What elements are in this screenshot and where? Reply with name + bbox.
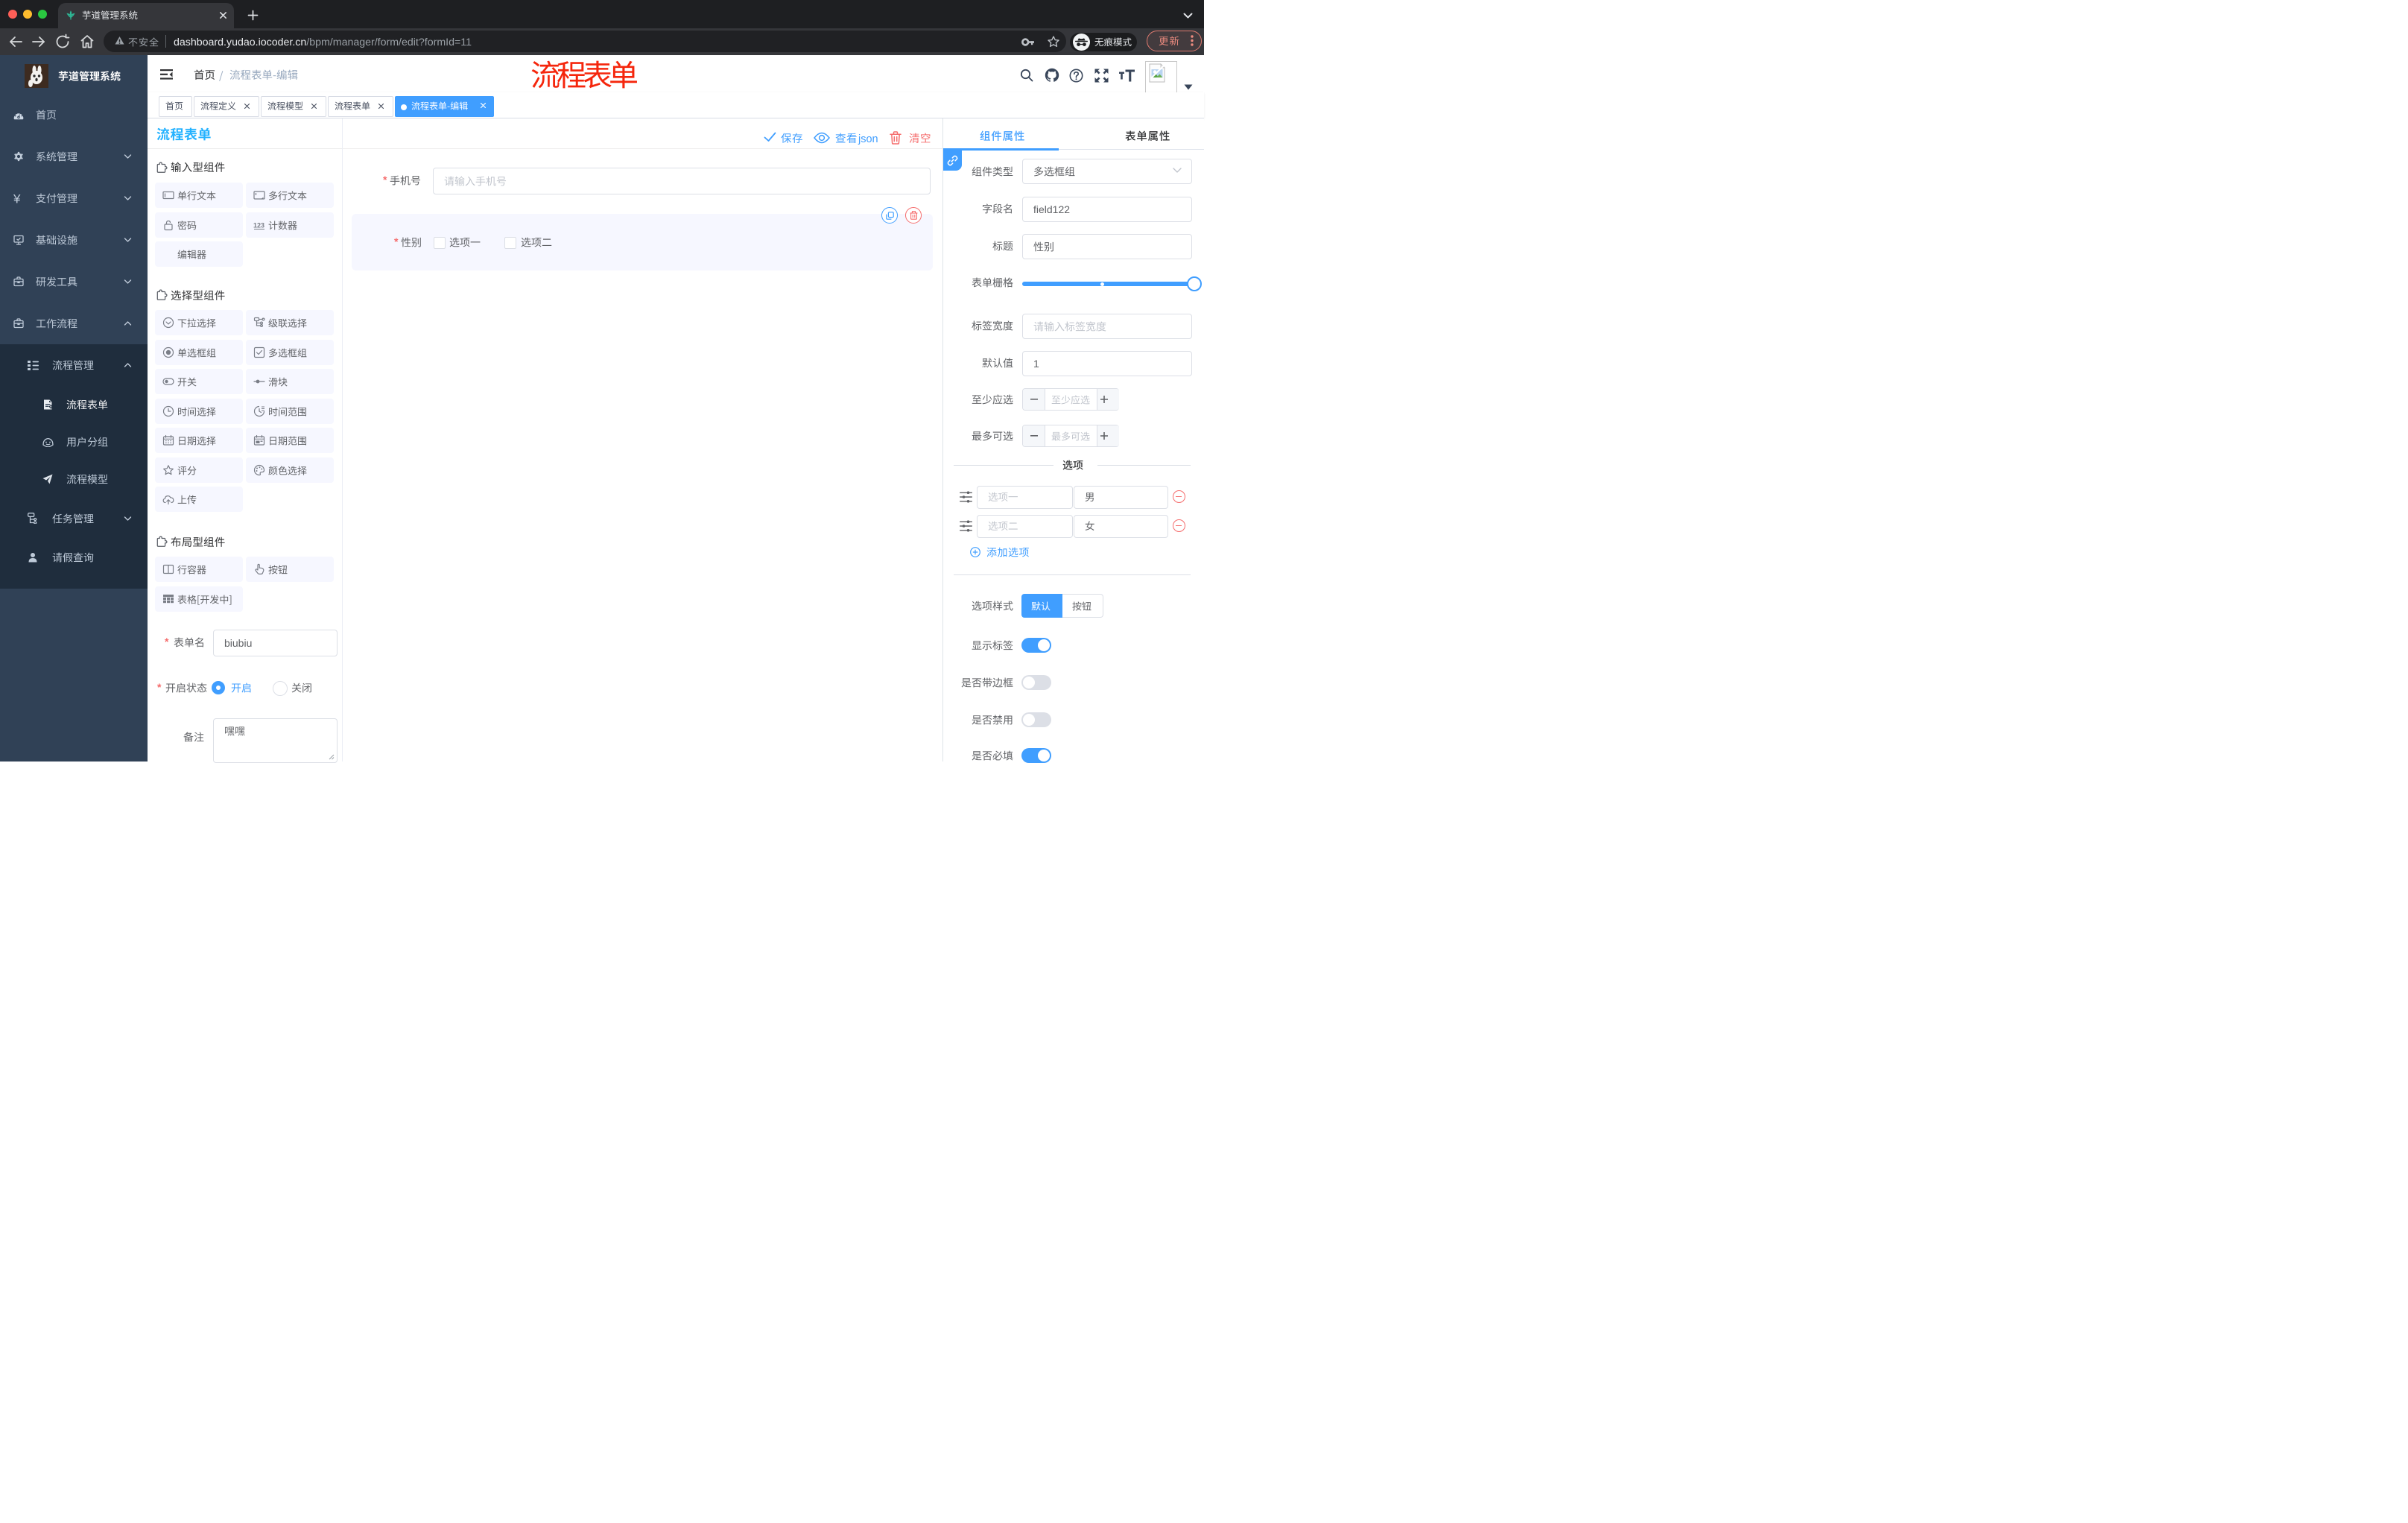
svg-text:123: 123 <box>253 221 264 229</box>
